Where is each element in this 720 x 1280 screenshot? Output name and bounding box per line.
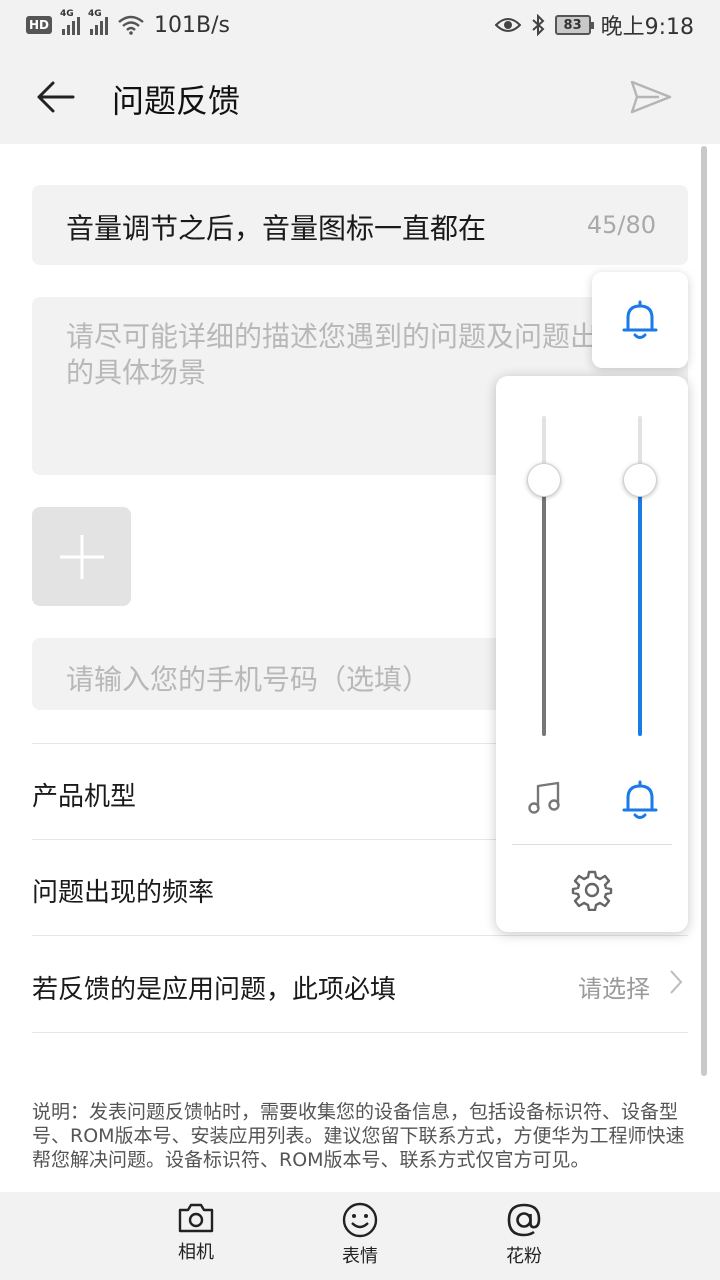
bluetooth-icon: [531, 14, 545, 36]
title-bar: 问题反馈: [0, 50, 720, 144]
row-label: 产品机型: [32, 782, 137, 812]
battery-icon: 83: [554, 15, 594, 35]
emoji-button[interactable]: 表情: [320, 1202, 400, 1272]
arrow-left-icon: [37, 81, 75, 113]
network-type-label: 4G: [60, 9, 74, 19]
status-bar: HD 4G 4G 101B/s 83 晚上9:18: [0, 0, 720, 50]
bottom-toolbar: 相机 表情 花粉: [0, 1192, 720, 1280]
ringtone-volume-thumb[interactable]: [623, 463, 657, 497]
send-icon: [630, 80, 672, 114]
at-sign-icon: [507, 1203, 541, 1237]
clock: 晚上9:18: [600, 15, 694, 40]
ringtone-volume-button[interactable]: [620, 778, 660, 822]
network-type-label-2: 4G: [88, 9, 102, 19]
title-input[interactable]: 音量调节之后，音量图标一直都在 45/80: [32, 185, 688, 265]
row-label: 若反馈的是应用问题，此项必填: [32, 975, 397, 1005]
smiley-icon: [342, 1202, 378, 1238]
phone-placeholder: 请输入您的手机号码（选填）: [66, 663, 431, 696]
chevron-right-icon: [670, 970, 683, 994]
camera-label: 相机: [178, 1242, 214, 1263]
music-note-icon: [528, 781, 560, 814]
add-image-button[interactable]: [32, 507, 131, 606]
scrollbar[interactable]: [701, 146, 707, 1076]
media-volume-fill: [542, 480, 546, 736]
sound-settings-button[interactable]: [570, 868, 614, 912]
gear-icon: [571, 870, 613, 911]
media-volume-thumb[interactable]: [527, 463, 561, 497]
page-title: 问题反馈: [112, 82, 241, 120]
network-speed: 101B/s: [154, 12, 230, 38]
privacy-note: 说明：发表问题反馈帖时，需要收集您的设备信息，包括设备标识符、设备型号、ROM版…: [32, 1101, 685, 1171]
eye-icon: [494, 18, 521, 32]
plus-icon: [59, 534, 104, 579]
camera-button[interactable]: 相机: [156, 1202, 236, 1272]
send-button[interactable]: [626, 76, 676, 118]
ringtone-volume-fill: [638, 480, 642, 736]
row-label: 问题出现的频率: [32, 878, 215, 908]
row-value: 请选择: [578, 975, 650, 1003]
emoji-label: 表情: [342, 1246, 378, 1267]
title-input-value: 音量调节之后，音量图标一直都在: [66, 212, 487, 245]
ringer-mode-button[interactable]: [592, 272, 688, 368]
mention-label: 花粉: [506, 1246, 542, 1267]
hd-badge: HD: [26, 16, 53, 34]
wifi-icon: [118, 15, 144, 35]
char-counter: 45/80: [586, 211, 656, 239]
signal-icon-2: 4G: [88, 9, 109, 35]
signal-icon: 4G: [60, 9, 81, 35]
bell-icon: [622, 300, 658, 339]
back-button[interactable]: [30, 74, 80, 120]
camera-icon: [178, 1203, 214, 1233]
bell-icon: [622, 780, 658, 819]
media-volume-button[interactable]: [524, 778, 564, 818]
volume-panel: [496, 376, 688, 932]
mention-button[interactable]: 花粉: [484, 1202, 564, 1272]
panel-divider: [512, 844, 672, 845]
app-issue-row[interactable]: 若反馈的是应用问题，此项必填 请选择: [32, 937, 688, 1033]
